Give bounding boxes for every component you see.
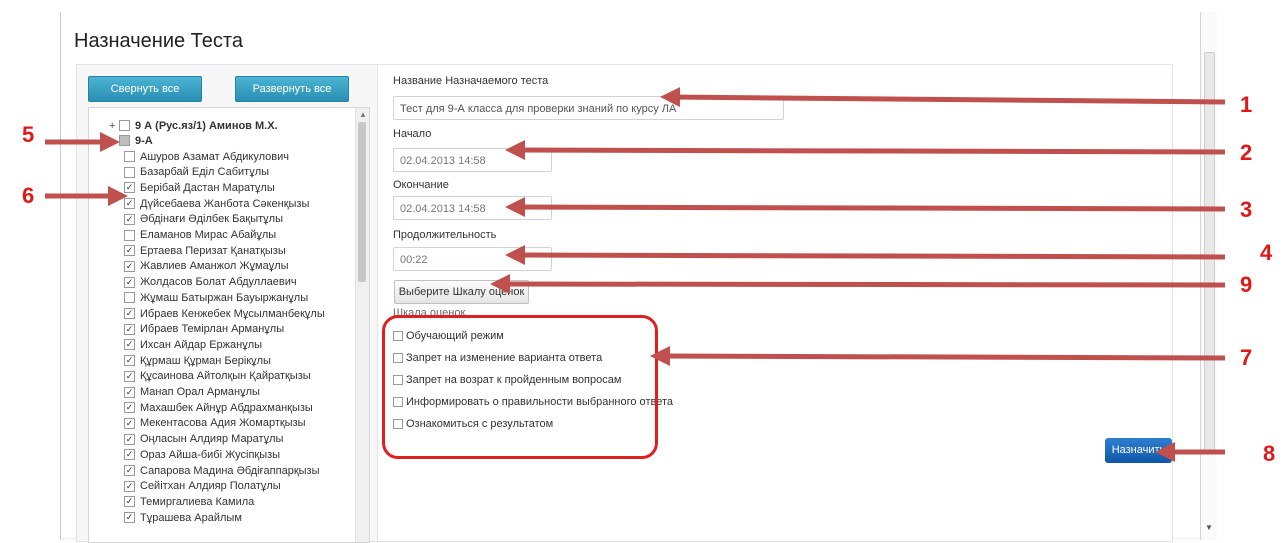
- annotation-arrows: [45, 87, 1226, 462]
- annotation-7: 7: [1240, 345, 1253, 370]
- annotation-4: 4: [1260, 240, 1273, 265]
- arrow-9: [490, 274, 1226, 295]
- annotation-3: 3: [1240, 197, 1253, 222]
- arrow-3: [505, 197, 1226, 218]
- annotation-2: 2: [1240, 140, 1253, 165]
- annotation-5: 5: [22, 122, 35, 147]
- annotation-9: 9: [1240, 272, 1253, 297]
- annotation-6: 6: [22, 183, 35, 208]
- annotation-1: 1: [1240, 92, 1253, 117]
- arrow-4: [505, 245, 1226, 266]
- arrow-2: [505, 140, 1226, 161]
- arrow-7: [650, 346, 1226, 367]
- annotation-8: 8: [1263, 441, 1276, 466]
- arrow-1: [660, 87, 1226, 108]
